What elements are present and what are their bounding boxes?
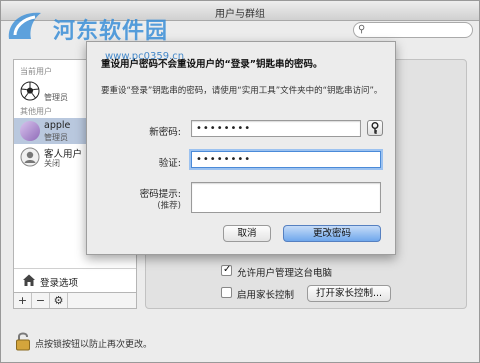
login-options-label: 登录选项: [40, 278, 79, 289]
login-options-item[interactable]: 登录选项: [14, 268, 136, 292]
reset-password-sheet: 重设用户密码不会重设用户的“登录”钥匙串的密码。 要重设“登录”钥匙串的密码，请…: [86, 41, 396, 255]
add-user-button[interactable]: +: [14, 293, 32, 308]
open-parental-controls-button[interactable]: 打开家长控制...: [307, 285, 391, 302]
cancel-button[interactable]: 取消: [223, 225, 271, 242]
hint-field[interactable]: [191, 182, 381, 213]
gear-icon[interactable]: ⚙: [50, 293, 68, 308]
watermark-url: www.pc0359.cn: [105, 51, 185, 62]
allow-admin-label: 允许用户管理这台电脑: [237, 268, 333, 279]
watermark-text: 河东软件园: [53, 19, 169, 44]
user-role: 关闭: [44, 159, 60, 168]
guest-user-icon: [20, 147, 40, 167]
current-user-role: 管理员: [44, 93, 68, 102]
verify-label: 验证:: [158, 158, 181, 169]
parental-controls-checkbox[interactable]: [221, 287, 232, 298]
hint-label: 密码提示:: [139, 189, 181, 200]
key-icon[interactable]: [367, 120, 383, 136]
search-field[interactable]: ⚲: [353, 22, 473, 38]
flower-avatar: [20, 121, 40, 141]
section-current-users: 当前用户: [20, 67, 52, 76]
soccer-ball-avatar: [20, 81, 40, 101]
new-password-field[interactable]: ••••••••: [191, 120, 361, 137]
allow-admin-checkbox[interactable]: [221, 264, 232, 276]
change-password-button[interactable]: 更改密码: [283, 225, 381, 242]
parental-controls-label: 启用家长控制: [237, 290, 295, 301]
user-role: 管理员: [44, 133, 68, 142]
sidebar-button-bar: + − ⚙: [13, 293, 137, 309]
house-icon: [22, 273, 36, 287]
new-password-label: 新密码:: [149, 127, 181, 138]
users-groups-window: 用户与群组 ⚲ 当前用户 管理员 其他用户 apple 管理员 客人用户 关闭: [0, 0, 480, 363]
lock-hint-text: 点按锁按钮以防止再次更改。: [35, 340, 153, 350]
remove-user-button[interactable]: −: [32, 293, 50, 308]
hint-sublabel: (推荐): [157, 201, 181, 211]
search-icon: ⚲: [358, 24, 366, 35]
verify-password-field[interactable]: ••••••••: [191, 151, 381, 168]
watermark-logo: [5, 9, 45, 43]
section-other-users: 其他用户: [20, 107, 52, 116]
sheet-description: 要重设“登录”钥匙串的密码，请使用“实用工具”文件夹中的“钥匙串访问”。: [101, 86, 383, 96]
lock-icon[interactable]: [15, 331, 31, 351]
user-name: apple: [44, 120, 71, 131]
